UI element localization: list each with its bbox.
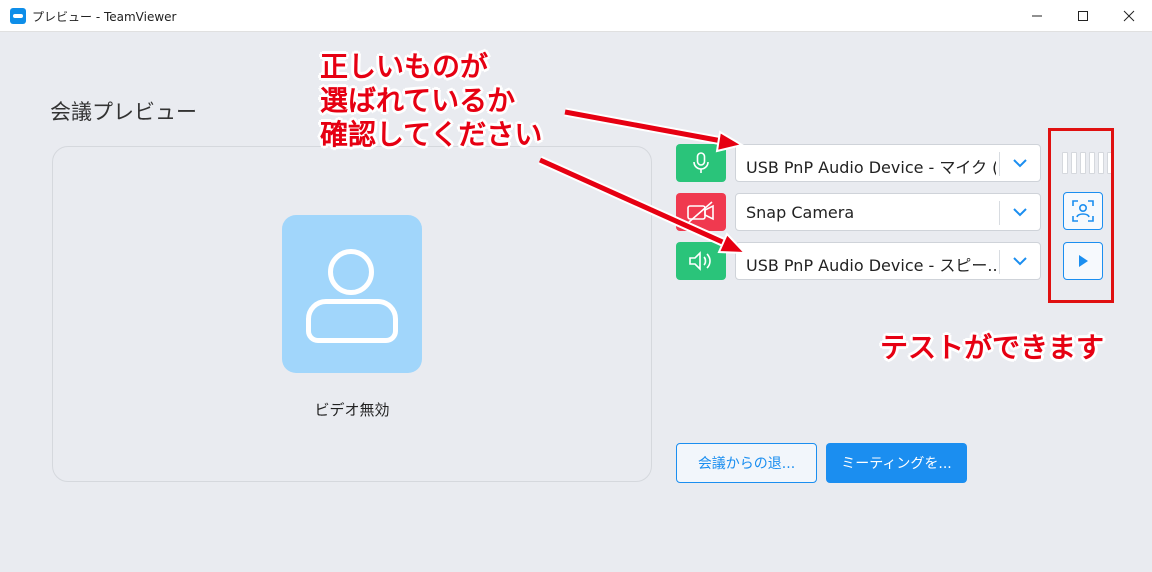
annotation-line: 正しいものが: [320, 50, 489, 83]
annotation-line: 選ばれているか: [320, 84, 516, 117]
annotation-arrows: [538, 107, 748, 255]
arrow-to-speaker: [538, 155, 748, 255]
annotation-test-available: テストができます: [880, 331, 1105, 364]
annotation-check-selection: 正しいものが 選ばれているか 確認してください: [320, 50, 542, 152]
arrow-to-microphone: [564, 107, 745, 153]
annotation-line: 確認してください: [320, 118, 543, 151]
